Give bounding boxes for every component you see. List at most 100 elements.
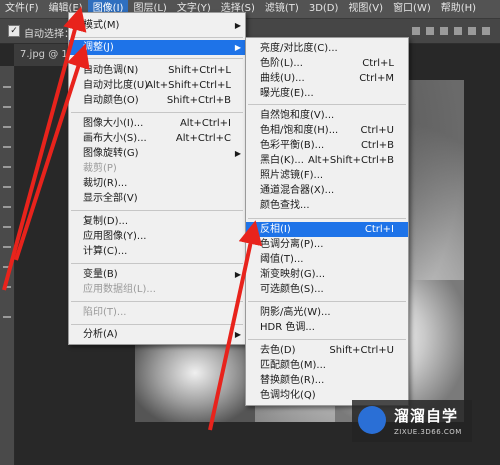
crop-tool-icon[interactable] [3,166,11,168]
document-tab[interactable]: 7.jpg @ 100 [14,44,76,66]
stamp-tool-icon[interactable] [3,226,11,228]
menu-item-shortcut: Shift+Ctrl+U [329,345,394,356]
image-menu-image-size[interactable]: 图像大小(I)... Alt+Ctrl+I [69,116,245,131]
pen-tool-icon[interactable] [3,286,11,288]
adjust-desaturate[interactable]: 去色(D) Shift+Ctrl+U [246,343,408,358]
menu-item-shortcut: Ctrl+U [360,125,395,136]
adjust-invert[interactable]: 反相(I) Ctrl+I [246,222,408,237]
menu-item-label: HDR 色调... [260,322,315,333]
move-tool-icon[interactable] [3,86,11,88]
menu-item-label: 自动颜色(O) [83,95,139,106]
adjust-brightness-contrast[interactable]: 亮度/对比度(C)... [246,41,408,56]
menu-item-shortcut: Ctrl+M [359,73,394,84]
marquee-tool-icon[interactable] [3,106,11,108]
image-menu: 模式(M) ▶ 调整(J) ▶ 自动色调(N) Shift+Ctrl+L 自动对… [68,12,246,345]
submenu-arrow-icon: ▶ [234,21,241,30]
image-menu-calculations[interactable]: 计算(C)... [69,244,245,259]
image-menu-mode[interactable]: 模式(M) ▶ [69,18,245,33]
menu-separator [248,339,406,340]
adjust-photo-filter[interactable]: 照片滤镜(F)... [246,168,408,183]
menu-item-shortcut: Shift+Ctrl+B [166,95,231,106]
adjust-color-lookup[interactable]: 颜色查找... [246,198,408,213]
menu-item-label: 分析(A) [83,329,118,340]
adjust-replace-color[interactable]: 替换颜色(R)... [246,373,408,388]
menu-item-label: 计算(C)... [83,246,128,257]
menu-filter[interactable]: 滤镜(T) [260,0,304,18]
menu-item-label: 色彩平衡(B)... [260,140,325,151]
adjust-color-balance[interactable]: 色彩平衡(B)... Ctrl+B [246,138,408,153]
eyedropper-tool-icon[interactable] [3,186,11,188]
menu-item-label: 色阶(L)... [260,58,303,69]
menu-separator [71,324,243,325]
adjust-shadows-highlights[interactable]: 阴影/高光(W)... [246,305,408,320]
menu-help[interactable]: 帮助(H) [436,0,481,18]
lasso-tool-icon[interactable] [3,126,11,128]
menu-window[interactable]: 窗口(W) [388,0,436,18]
menu-item-label: 去色(D) [260,345,296,356]
image-menu-canvas-size[interactable]: 画布大小(S)... Alt+Ctrl+C [69,131,245,146]
image-menu-auto-color[interactable]: 自动颜色(O) Shift+Ctrl+B [69,93,245,108]
menu-file[interactable]: 文件(F) [0,0,44,18]
menu-3d[interactable]: 3D(D) [304,0,344,18]
menu-item-label: 曲线(U)... [260,73,305,84]
menu-item-label: 复制(D)... [83,216,129,227]
image-menu-reveal-all[interactable]: 显示全部(V) [69,191,245,206]
menu-separator [248,301,406,302]
menu-item-label: 应用图像(Y)... [83,231,147,242]
adjust-gradient-map[interactable]: 渐变映射(G)... [246,267,408,282]
magic-wand-tool-icon[interactable] [3,146,11,148]
submenu-arrow-icon: ▶ [234,330,241,339]
brush-tool-icon[interactable] [3,206,11,208]
photo-rock-left [135,340,255,422]
menu-item-label: 可选颜色(S)... [260,284,324,295]
adjust-posterize[interactable]: 色调分离(P)... [246,237,408,252]
image-menu-apply-image[interactable]: 应用图像(Y)... [69,229,245,244]
adjust-curves[interactable]: 曲线(U)... Ctrl+M [246,71,408,86]
menu-item-label: 裁剪(P) [83,163,117,174]
menu-separator [71,37,243,38]
submenu-arrow-icon: ▶ [234,149,241,158]
adjust-exposure[interactable]: 曝光度(E)... [246,86,408,101]
tools-panel [0,66,15,465]
image-menu-auto-contrast[interactable]: 自动对比度(U) Alt+Shift+Ctrl+L [69,78,245,93]
align-icons[interactable] [410,25,500,37]
menu-item-label: 变量(B) [83,269,118,280]
adjust-hue-saturation[interactable]: 色相/饱和度(H)... Ctrl+U [246,123,408,138]
menu-separator [71,112,243,113]
menu-separator [248,104,406,105]
menu-item-label: 渐变映射(G)... [260,269,326,280]
image-menu-trim[interactable]: 裁切(R)... [69,176,245,191]
image-menu-variables[interactable]: 变量(B) ▶ [69,267,245,282]
image-menu-analysis[interactable]: 分析(A) ▶ [69,327,245,342]
image-menu-duplicate[interactable]: 复制(D)... [69,214,245,229]
image-menu-adjustments[interactable]: 调整(J) ▶ [69,40,245,55]
adjust-hdr-toning[interactable]: HDR 色调... [246,320,408,335]
menu-item-label: 阈值(T)... [260,254,304,265]
adjust-vibrance[interactable]: 自然饱和度(V)... [246,108,408,123]
zoom-tool-icon[interactable] [3,316,11,318]
menu-view[interactable]: 视图(V) [343,0,388,18]
auto-select-label: 自动选择： [24,29,74,40]
menu-separator [71,301,243,302]
adjust-threshold[interactable]: 阈值(T)... [246,252,408,267]
gradient-tool-icon[interactable] [3,266,11,268]
image-menu-rotation[interactable]: 图像旋转(G) ▶ [69,146,245,161]
menu-item-label: 阴影/高光(W)... [260,307,331,318]
image-menu-auto-tone[interactable]: 自动色调(N) Shift+Ctrl+L [69,63,245,78]
auto-select-checkbox[interactable]: ✓ [8,25,20,37]
menu-item-label: 图像大小(I)... [83,118,144,129]
image-menu-crop: 裁剪(P) [69,161,245,176]
menu-item-label: 自动色调(N) [83,65,139,76]
menu-item-label: 反相(I) [260,224,291,235]
menu-item-label: 替换颜色(R)... [260,375,325,386]
watermark-subtitle: ZIXUE.3D66.COM [394,428,462,436]
menu-item-shortcut: Alt+Shift+Ctrl+B [307,155,394,166]
adjust-levels[interactable]: 色阶(L)... Ctrl+L [246,56,408,71]
menu-item-label: 颜色查找... [260,200,310,211]
adjust-channel-mixer[interactable]: 通道混合器(X)... [246,183,408,198]
adjust-match-color[interactable]: 匹配颜色(M)... [246,358,408,373]
adjust-black-white[interactable]: 黑白(K)... Alt+Shift+Ctrl+B [246,153,408,168]
adjust-selective-color[interactable]: 可选颜色(S)... [246,282,408,297]
eraser-tool-icon[interactable] [3,246,11,248]
menu-separator [71,58,243,59]
